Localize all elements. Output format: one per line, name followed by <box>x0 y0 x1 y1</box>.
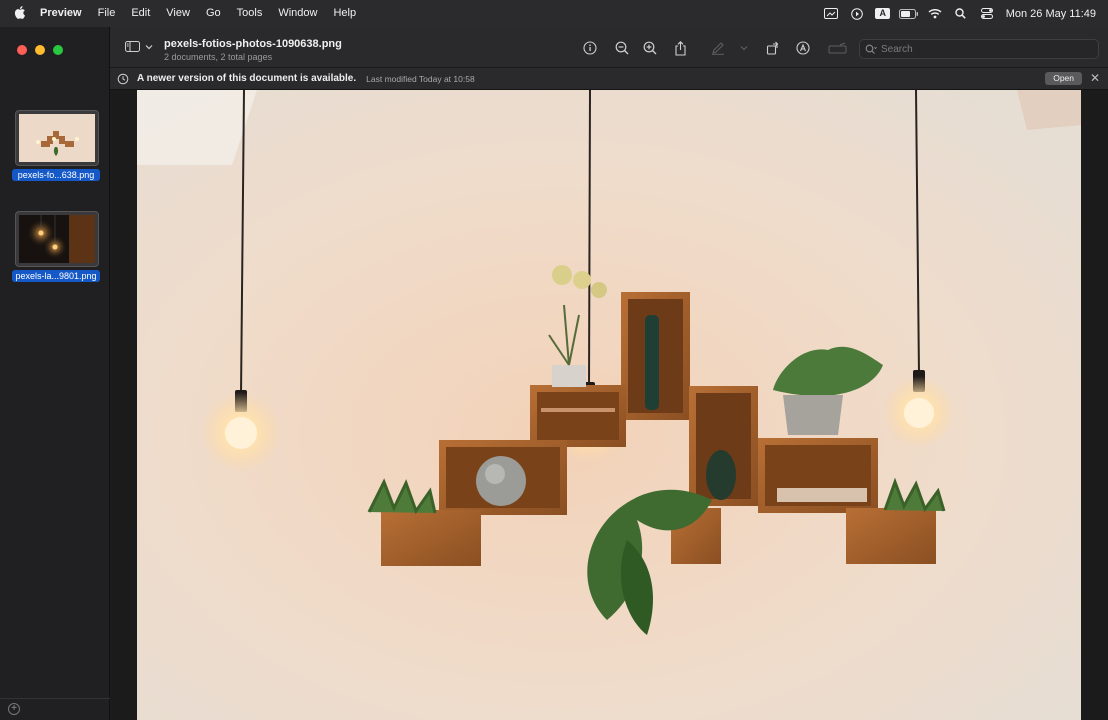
sidebar-thumbnail-2[interactable]: pexels-la...9801.png <box>12 211 100 282</box>
sidebar-icon <box>125 41 140 52</box>
wifi-icon[interactable] <box>922 0 948 27</box>
search-field[interactable] <box>859 39 1099 59</box>
menu-bar: Preview File Edit View Go Tools Window H… <box>0 0 1108 27</box>
menu-help[interactable]: Help <box>325 0 364 27</box>
play-circle-icon[interactable] <box>844 0 870 27</box>
spotlight-search-icon[interactable] <box>948 0 974 27</box>
search-input[interactable] <box>881 43 1081 55</box>
chevron-down-icon <box>145 44 153 49</box>
thumbnail-label: pexels-fo...638.png <box>12 169 100 181</box>
window-controls <box>17 45 63 55</box>
zoom-in-icon[interactable] <box>642 40 658 56</box>
document-image <box>137 90 1081 720</box>
thumbnail-image-lamps <box>15 211 99 267</box>
zoom-window-button[interactable] <box>53 45 63 55</box>
document-subtitle: 2 documents, 2 total pages <box>164 52 273 62</box>
search-icon <box>865 44 877 54</box>
document-title: pexels-fotios-photos-1090638.png <box>164 38 342 50</box>
share-icon[interactable] <box>672 40 688 56</box>
minimize-window-button[interactable] <box>35 45 45 55</box>
menu-window[interactable]: Window <box>270 0 325 27</box>
menubar-clock[interactable]: Mon 26 May 11:49 <box>1006 8 1096 20</box>
sidebar-toggle-button[interactable] <box>125 41 153 52</box>
thumbnail-sidebar: pexels-fo...638.png pexels-la...9801.png… <box>0 27 110 720</box>
menu-edit[interactable]: Edit <box>123 0 158 27</box>
menu-tools[interactable]: Tools <box>229 0 271 27</box>
thumbnail-image-shelves <box>15 110 99 166</box>
screen-mirroring-icon[interactable] <box>818 0 844 27</box>
version-notice-banner: A newer version of this document is avai… <box>110 68 1108 90</box>
add-icon[interactable]: + <box>8 703 20 715</box>
input-source-label: A <box>875 8 890 19</box>
markup-circle-icon[interactable] <box>795 40 811 56</box>
zoom-out-icon[interactable] <box>614 40 630 56</box>
toolbar: pexels-fotios-photos-1090638.png 2 docum… <box>110 27 1108 68</box>
thumbnail-label: pexels-la...9801.png <box>12 270 100 282</box>
menu-go[interactable]: Go <box>198 0 229 27</box>
form-fill-icon[interactable] <box>828 40 848 56</box>
history-clock-icon <box>117 73 129 84</box>
battery-icon[interactable] <box>896 0 922 27</box>
last-modified-text: Last modified Today at 10:58 <box>366 73 475 84</box>
document-viewer[interactable] <box>110 90 1108 720</box>
close-window-button[interactable] <box>17 45 27 55</box>
apple-menu-icon[interactable] <box>0 5 40 22</box>
menu-file[interactable]: File <box>90 0 124 27</box>
sidebar-footer: + <box>0 698 110 720</box>
control-center-icon[interactable] <box>974 0 1000 27</box>
markup-pen-icon[interactable] <box>710 40 726 56</box>
open-newer-version-button[interactable]: Open <box>1045 72 1082 85</box>
preview-window: pexels-fo...638.png pexels-la...9801.png… <box>0 27 1108 720</box>
close-banner-icon[interactable]: ✕ <box>1090 71 1100 85</box>
info-icon[interactable] <box>582 40 598 56</box>
input-source-icon[interactable]: A <box>870 0 896 27</box>
version-notice-message: A newer version of this document is avai… <box>137 73 357 84</box>
app-menu-preview[interactable]: Preview <box>40 0 90 27</box>
rotate-icon[interactable] <box>765 40 781 56</box>
sidebar-thumbnail-1[interactable]: pexels-fo...638.png <box>12 110 100 181</box>
markup-chevron-down-icon[interactable] <box>736 40 752 56</box>
menu-view[interactable]: View <box>158 0 198 27</box>
